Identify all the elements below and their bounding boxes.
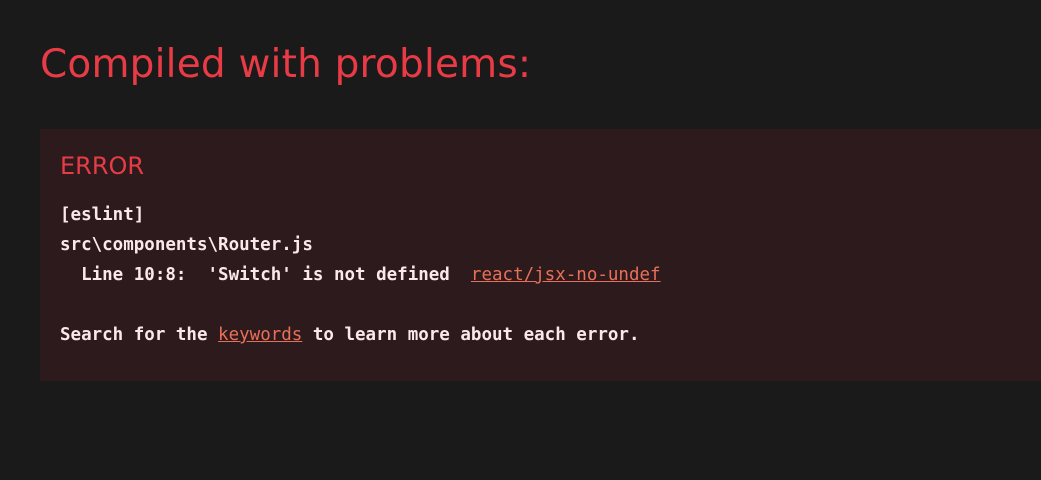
keywords-link[interactable]: keywords [218, 325, 302, 345]
error-message: 'Switch' is not defined [207, 265, 450, 285]
search-hint-suffix: to learn more about each error. [302, 325, 640, 345]
error-overlay: Compiled with problems: ERROR [eslint] s… [0, 0, 1041, 480]
rule-link[interactable]: react/jsx-no-undef [471, 265, 661, 285]
error-heading: ERROR [60, 152, 145, 180]
error-detail-line: Line 10:8: 'Switch' is not defined react… [60, 260, 661, 290]
error-line-label: Line 10:8: [81, 265, 187, 285]
search-hint-prefix: Search for the [60, 325, 219, 345]
page-title: Compiled with problems: [40, 42, 532, 87]
error-source-tag: [eslint] [60, 205, 145, 225]
error-file-path: src\components\Router.js [60, 235, 313, 255]
search-hint: Search for the keywords to learn more ab… [60, 320, 640, 350]
